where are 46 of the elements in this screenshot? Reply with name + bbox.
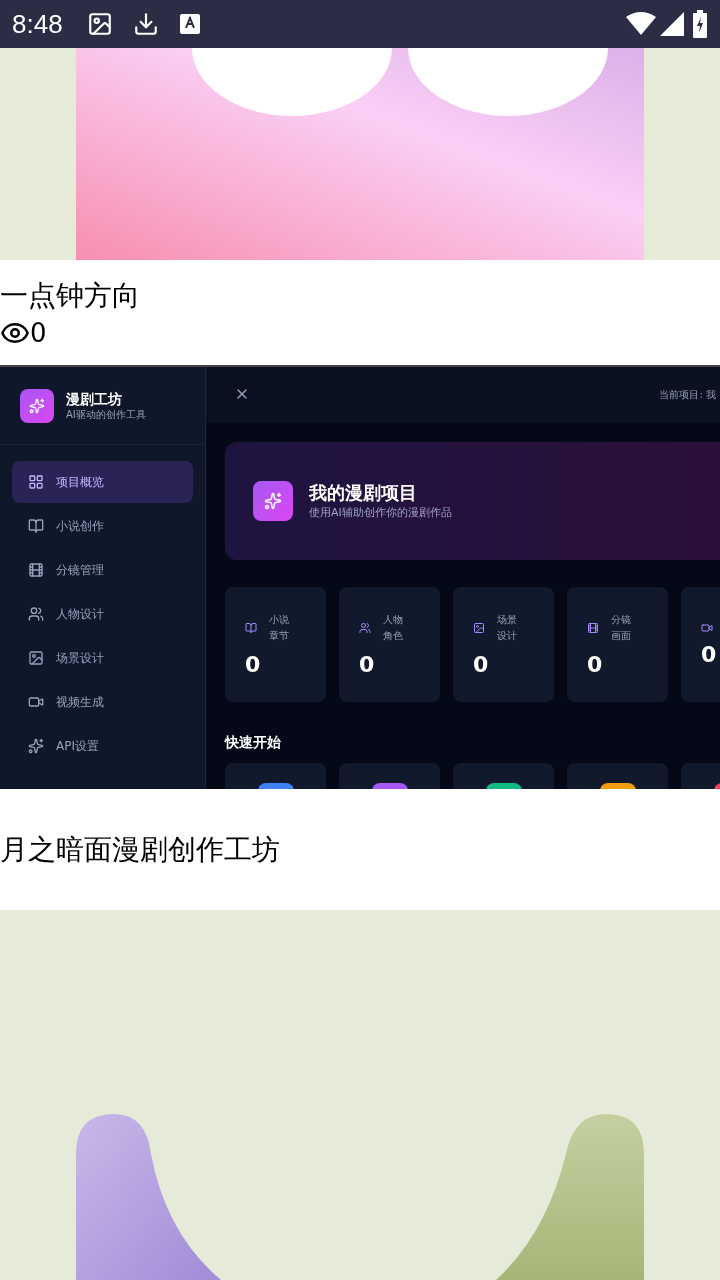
view-count: 0 xyxy=(30,317,47,348)
picture-icon xyxy=(28,650,44,666)
font-icon xyxy=(178,13,201,35)
app-logo xyxy=(20,388,54,423)
nav-item[interactable]: 分镜管理 xyxy=(12,549,193,591)
film-icon xyxy=(587,621,599,634)
picture-icon xyxy=(473,621,485,634)
stat-value: 0 xyxy=(245,651,262,678)
current-project-label: 当前项目: 我 xyxy=(659,387,716,402)
app-name: 漫剧工坊 xyxy=(66,389,123,408)
status-time: 8:48 xyxy=(12,7,63,41)
users-icon xyxy=(359,621,371,634)
nav-item[interactable]: 小说创作 xyxy=(12,505,193,547)
nav-item[interactable]: 项目概览 xyxy=(12,461,193,503)
hero-logo xyxy=(253,481,293,521)
video-camera-icon xyxy=(28,694,44,710)
app-tagline: AI驱动的创作工具 xyxy=(66,407,146,422)
stat-label: 人物角色 xyxy=(383,612,404,643)
nav-item[interactable]: 视频生成 xyxy=(12,681,193,723)
battery-charging-icon xyxy=(692,10,708,38)
film-icon xyxy=(28,562,44,578)
video-camera-icon xyxy=(701,621,713,634)
users-icon xyxy=(28,606,44,622)
hero-subtitle: 使用AI辅助创作你的漫剧作品 xyxy=(309,504,452,521)
nav-item[interactable]: 场景设计 xyxy=(12,637,193,679)
book-icon xyxy=(245,621,257,634)
nav-item[interactable]: 人物设计 xyxy=(12,593,193,635)
section-heading: 快速开始 xyxy=(225,733,282,752)
stat-label: 分镜画面 xyxy=(611,612,632,643)
stat-label: 小说章节 xyxy=(269,612,290,643)
stat-value: 0 xyxy=(359,651,376,678)
stat-value: 0 xyxy=(587,651,604,678)
signal-icon xyxy=(660,12,684,36)
picture-icon xyxy=(86,11,113,37)
nav-item[interactable]: API设置 xyxy=(12,725,193,767)
post-title: 月之暗面漫剧创作工坊 xyxy=(0,831,280,868)
hero-title: 我的漫剧项目 xyxy=(309,480,418,505)
grid-icon xyxy=(28,474,44,490)
post-title: 一点钟方向 xyxy=(0,277,141,314)
stat-value: 0 xyxy=(473,651,490,678)
stat-value: 0 xyxy=(701,641,718,668)
download-icon xyxy=(132,11,159,37)
wifi-icon xyxy=(626,12,656,36)
sparkle-icon xyxy=(28,738,44,754)
stat-label: 场景设计 xyxy=(497,612,518,643)
book-icon xyxy=(28,518,44,534)
